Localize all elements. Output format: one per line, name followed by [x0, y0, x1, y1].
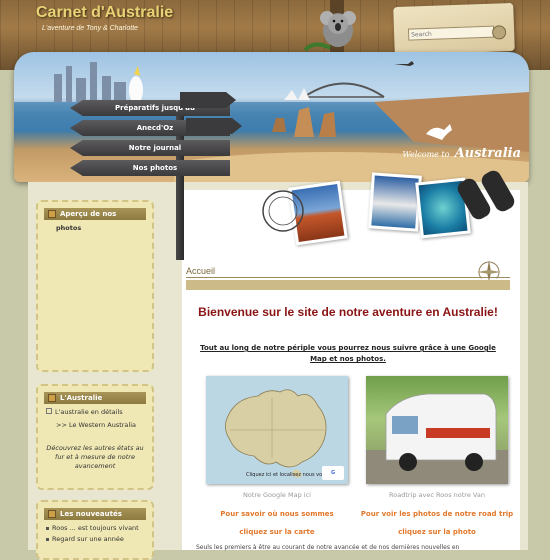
bullet-icon	[48, 394, 56, 402]
page-headline: Bienvenue sur le site de notre aventure …	[198, 305, 498, 319]
search-input[interactable]	[407, 25, 495, 41]
sidebar-news-item1[interactable]: Roos ... est toujours vivant	[38, 524, 152, 533]
sidebar-australia-title: L'Australie	[60, 394, 103, 402]
welcome-sign: Welcome to Australia	[402, 142, 521, 161]
intro-text: Tout au long de notre périple vous pourr…	[200, 344, 496, 363]
sidebar-australia-head: L'Australie	[44, 392, 146, 404]
bullet-icon	[46, 527, 49, 530]
binoculars-illustration	[457, 170, 515, 220]
sidebar-photos-head: Aperçu de nos	[44, 208, 146, 220]
sidebar-australia-note: Découvrez les autres états au fur et à m…	[46, 444, 144, 470]
sidebar-news-title: Les nouveautés	[60, 510, 122, 518]
site-title[interactable]: Carnet d'Australie	[36, 4, 173, 22]
bullet-icon	[48, 210, 56, 218]
breadcrumb-rule	[186, 277, 510, 278]
sidebar-news-head: Les nouveautés	[44, 508, 146, 520]
sidebar-news-box: Les nouveautés Roos ... est toujours viv…	[36, 500, 154, 560]
map-label: Cliquez ici et localisez nous vous	[246, 472, 328, 478]
van-caption: Roadtrip avec Roos notre Van	[389, 491, 485, 499]
koala-illustration	[303, 0, 356, 60]
van-link-1[interactable]: Pour voir les photos de notre road trip	[356, 510, 518, 518]
signpost-arrows	[180, 92, 242, 134]
google-map-photo[interactable]: Cliquez ici et localisez nous vous G	[206, 376, 348, 484]
map-link-1[interactable]: Pour savoir où nous sommes	[196, 510, 358, 518]
sidebar-australia-link1[interactable]: L'australie en détails	[38, 408, 152, 417]
bullet-icon	[48, 510, 56, 518]
site-subtitle: L'aventure de Tony & Charlotte	[42, 25, 139, 32]
breadcrumb-bar	[186, 280, 510, 290]
sidebar-photos-title: Aperçu de nos	[60, 210, 117, 218]
bullet-icon	[46, 538, 49, 541]
sidebar-photos-subtitle: photos	[56, 224, 82, 232]
van-illustration	[366, 393, 508, 484]
welcome-big: Australia	[454, 146, 521, 161]
map-caption: Notre Google Map ici	[243, 491, 311, 499]
map-link-2[interactable]: cliquez sur la carte	[196, 528, 358, 536]
sidebar-australia-box: L'Australie L'australie en détails >> Le…	[36, 384, 154, 490]
menu-item-photos[interactable]: Nos photos	[70, 160, 230, 176]
van-photo[interactable]	[366, 376, 508, 484]
sidebar-news-item2[interactable]: Regard sur une année	[38, 535, 152, 544]
sidebar-photos-box: Aperçu de nos photos	[36, 200, 154, 372]
breadcrumb[interactable]: Accueil	[186, 266, 215, 276]
welcome-small: Welcome to	[402, 150, 450, 159]
search-panel	[393, 2, 515, 56]
postmark	[262, 190, 304, 232]
checkbox-icon	[46, 408, 52, 414]
sidebar-australia-link2[interactable]: >> Le Western Australia	[38, 421, 152, 430]
google-badge: G	[322, 466, 344, 480]
van-link-2[interactable]: cliquez sur la photo	[356, 528, 518, 536]
compass-icon	[477, 260, 501, 280]
search-button[interactable]	[491, 25, 507, 40]
stamp-opera-house	[368, 172, 422, 232]
